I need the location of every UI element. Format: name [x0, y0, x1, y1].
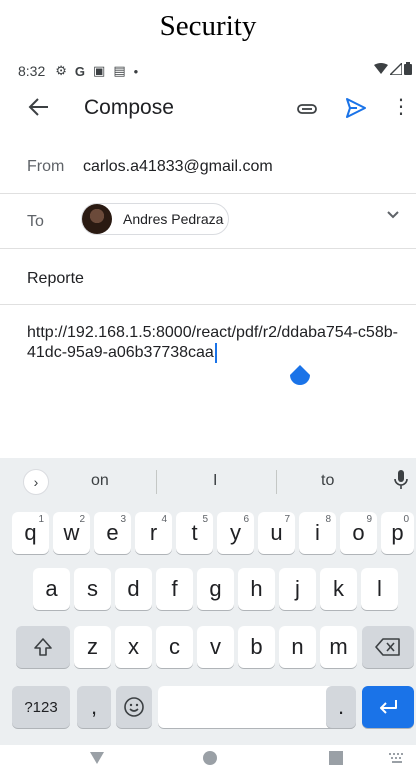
body-field[interactable]: http://192.168.1.5:8000/react/pdf/r2/dda…	[27, 323, 402, 363]
more-vert-icon[interactable]: ⋮	[391, 94, 411, 120]
attachment-icon[interactable]	[296, 98, 318, 120]
navigation-bar	[0, 745, 416, 771]
nav-recents-icon[interactable]	[329, 751, 343, 765]
suggestion-bar: › on I to	[0, 458, 416, 504]
key-u[interactable]: u7	[258, 512, 295, 554]
key-z[interactable]: z	[74, 626, 111, 668]
shift-key[interactable]	[16, 626, 70, 668]
recipient-chip[interactable]: Andres Pedraza	[81, 203, 229, 235]
emoji-icon	[124, 697, 144, 717]
recipient-name: Andres Pedraza	[123, 211, 224, 227]
wifi-icon	[374, 62, 388, 74]
body-text: http://192.168.1.5:8000/react/pdf/r2/dda…	[27, 324, 398, 361]
to-label: To	[27, 213, 44, 230]
battery-icon	[404, 62, 412, 75]
page-caption: Security	[159, 10, 257, 42]
suggestion-3[interactable]: to	[321, 472, 334, 490]
key-v[interactable]: v	[197, 626, 234, 668]
google-icon: G	[74, 63, 86, 79]
key-d[interactable]: d	[115, 568, 152, 610]
key-k[interactable]: k	[320, 568, 357, 610]
cursor-handle[interactable]	[289, 365, 311, 389]
key-l[interactable]: l	[361, 568, 398, 610]
key-r[interactable]: r4	[135, 512, 172, 554]
enter-icon	[380, 700, 397, 714]
avatar	[82, 204, 112, 234]
key-w[interactable]: w2	[53, 512, 90, 554]
dot-icon: •	[133, 63, 139, 79]
divider	[276, 470, 277, 494]
gear-icon: ⚙	[55, 63, 67, 78]
page-title: Compose	[84, 96, 174, 119]
subject-field[interactable]: Reporte	[27, 270, 84, 288]
divider	[156, 470, 157, 494]
divider	[0, 248, 416, 249]
signal-icon	[390, 62, 402, 75]
key-e[interactable]: e3	[94, 512, 131, 554]
shift-icon	[34, 638, 52, 656]
key-o[interactable]: o9	[340, 512, 377, 554]
nav-home-icon[interactable]	[203, 751, 217, 765]
nav-back-icon[interactable]	[89, 751, 105, 765]
suggestion-2[interactable]: I	[213, 472, 217, 490]
period-key[interactable]: .	[326, 686, 356, 728]
send-icon[interactable]	[345, 96, 367, 120]
backspace-icon	[375, 638, 400, 656]
key-n[interactable]: n	[279, 626, 316, 668]
key-t[interactable]: t5	[176, 512, 213, 554]
status-bar: 8:32 ⚙ G ▣ ▤ •	[0, 56, 416, 86]
key-m[interactable]: m	[320, 626, 357, 668]
key-g[interactable]: g	[197, 568, 234, 610]
key-i[interactable]: i8	[299, 512, 336, 554]
clipboard-icon: ▤	[113, 63, 126, 78]
key-p[interactable]: p0	[381, 512, 414, 554]
microphone-icon[interactable]	[394, 470, 408, 490]
key-x[interactable]: x	[115, 626, 152, 668]
divider	[0, 193, 416, 194]
keyboard-switch-icon[interactable]	[389, 753, 405, 763]
symbols-key[interactable]: ?123	[12, 686, 70, 728]
chevron-down-icon[interactable]	[386, 210, 400, 220]
from-email[interactable]: carlos.a41833@gmail.com	[83, 158, 273, 176]
comma-key[interactable]: ,	[77, 686, 111, 728]
key-a[interactable]: a	[33, 568, 70, 610]
soft-keyboard: › on I to q1 w2 e3 r4 t5 y6 u7 i8 o9 p0 …	[0, 458, 416, 745]
key-c[interactable]: c	[156, 626, 193, 668]
from-label: From	[27, 158, 65, 175]
status-time: 8:32	[18, 63, 46, 79]
key-b[interactable]: b	[238, 626, 275, 668]
enter-key[interactable]	[362, 686, 414, 728]
key-h[interactable]: h	[238, 568, 275, 610]
key-f[interactable]: f	[156, 568, 193, 610]
key-s[interactable]: s	[74, 568, 111, 610]
photo-icon: ▣	[93, 63, 106, 78]
key-j[interactable]: j	[279, 568, 316, 610]
backspace-key[interactable]	[362, 626, 414, 668]
back-arrow-icon[interactable]	[28, 96, 50, 118]
key-q[interactable]: q1	[12, 512, 49, 554]
text-cursor	[214, 343, 217, 363]
divider	[0, 304, 416, 305]
emoji-key[interactable]	[116, 686, 152, 728]
suggestion-1[interactable]: on	[91, 472, 109, 490]
app-bar: Compose ⋮	[0, 86, 416, 134]
expand-toolbar-icon[interactable]: ›	[23, 469, 49, 495]
key-y[interactable]: y6	[217, 512, 254, 554]
